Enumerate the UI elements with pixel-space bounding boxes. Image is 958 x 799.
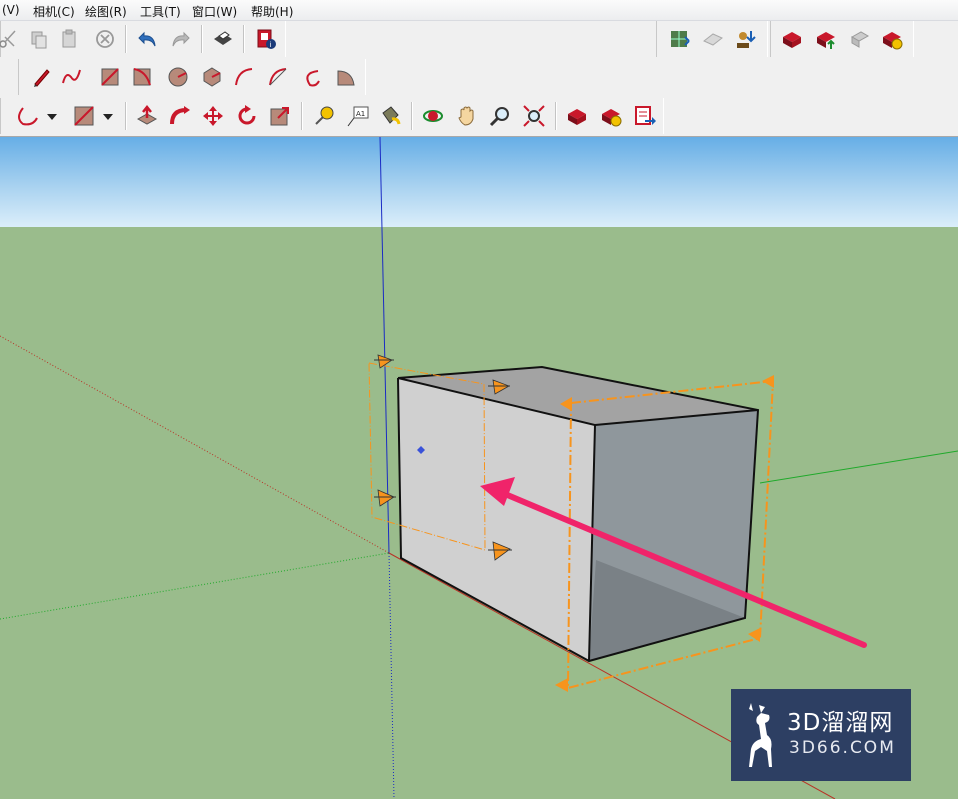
erase-icon[interactable] — [92, 26, 118, 52]
watermark-logo: 3D溜溜网 3D66.COM — [731, 689, 911, 781]
component-warehouse-icon[interactable] — [598, 103, 624, 129]
circle-icon[interactable] — [165, 64, 191, 90]
blue-axis-hidden — [388, 552, 395, 799]
menu-help[interactable]: 帮助(H) — [251, 3, 293, 20]
warehouse-toolbar — [656, 21, 768, 57]
text-icon[interactable]: A1 — [345, 103, 371, 129]
green-axis — [759, 450, 958, 484]
send-to-layout-icon[interactable] — [632, 103, 658, 129]
zoom-icon[interactable] — [487, 103, 513, 129]
arc-icon[interactable] — [231, 64, 257, 90]
model-info-icon[interactable]: i — [253, 26, 279, 52]
add-location-icon[interactable] — [733, 26, 759, 52]
scale-grip[interactable] — [762, 375, 774, 388]
offset-icon[interactable] — [267, 103, 293, 129]
red-axis-hidden — [0, 335, 390, 554]
zoom-extents-icon[interactable] — [521, 103, 547, 129]
drawing-toolbar — [18, 59, 366, 95]
menu-view[interactable]: (V) — [2, 3, 20, 17]
move-icon[interactable] — [200, 103, 226, 129]
extension-manager-icon[interactable] — [879, 26, 905, 52]
paste-icon[interactable] — [56, 26, 82, 52]
shape-dropdown-icon[interactable] — [71, 103, 119, 129]
menu-tools[interactable]: 工具(T) — [140, 3, 181, 20]
components-icon[interactable] — [779, 26, 805, 52]
paint-bucket-icon[interactable] — [377, 103, 403, 129]
follow-me-icon[interactable] — [167, 103, 193, 129]
rotate-icon[interactable] — [234, 103, 260, 129]
svg-text:A1: A1 — [356, 110, 365, 118]
rectangle-icon[interactable] — [97, 64, 123, 90]
tape-measure-icon[interactable] — [311, 103, 337, 129]
toolbar-area: i A1 — [0, 21, 958, 138]
logo-title: 3D溜溜网 — [787, 710, 894, 736]
two-point-arc-icon[interactable] — [265, 64, 291, 90]
pan-icon[interactable] — [454, 103, 480, 129]
menu-window[interactable]: 窗口(W) — [192, 3, 237, 20]
freehand-icon[interactable] — [59, 64, 85, 90]
undo-icon[interactable] — [135, 26, 161, 52]
orbit-icon[interactable] — [420, 103, 446, 129]
scale-grip[interactable] — [555, 678, 568, 692]
menu-bar: (V) 相机(C) 绘图(R) 工具(T) 窗口(W) 帮助(H) — [0, 0, 958, 21]
share-component-icon[interactable] — [813, 26, 839, 52]
rotated-rectangle-icon[interactable] — [129, 64, 155, 90]
pie-icon[interactable] — [333, 64, 359, 90]
logo-subtitle: 3D66.COM — [789, 738, 896, 758]
copy-icon[interactable] — [26, 26, 52, 52]
scale-grip[interactable] — [374, 489, 396, 507]
green-axis-hidden — [0, 552, 390, 620]
warehouse-icon[interactable] — [564, 103, 590, 129]
arc-dropdown-icon[interactable] — [13, 103, 61, 129]
polygon-icon[interactable] — [199, 64, 225, 90]
components-toolbar — [770, 21, 914, 57]
push-pull-icon[interactable] — [134, 103, 160, 129]
extension-warehouse-icon[interactable] — [847, 26, 873, 52]
scissors-icon[interactable] — [0, 26, 21, 52]
svg-text:i: i — [270, 41, 272, 49]
menu-draw[interactable]: 绘图(R) — [85, 3, 127, 20]
share-model-icon[interactable] — [700, 26, 726, 52]
three-point-arc-icon[interactable] — [299, 64, 325, 90]
edit-camera-toolbar: A1 — [0, 98, 664, 134]
blue-axis — [379, 137, 390, 554]
redo-icon[interactable] — [167, 26, 193, 52]
pencil-icon[interactable] — [29, 64, 55, 90]
deer-logo-icon — [749, 703, 772, 767]
print-icon[interactable] — [210, 26, 236, 52]
get-models-icon[interactable] — [667, 26, 693, 52]
model-viewport[interactable]: 3D溜溜网 3D66.COM — [0, 137, 958, 799]
menu-camera[interactable]: 相机(C) — [33, 3, 75, 20]
standard-toolbar: i — [0, 21, 286, 57]
